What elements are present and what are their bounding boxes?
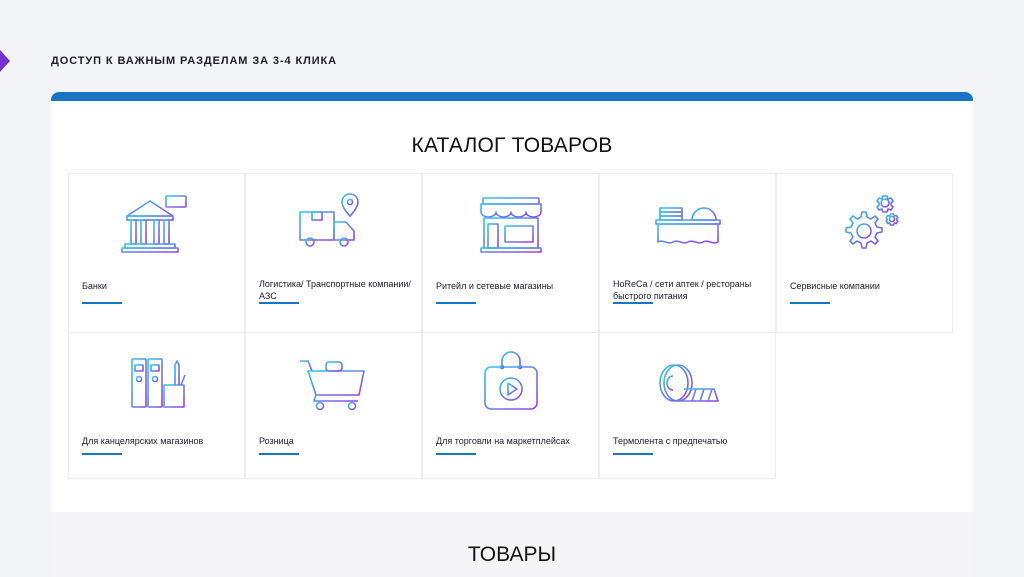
item-underline [436, 302, 476, 304]
section-title: ДОСТУП К ВАЖНЫМ РАЗДЕЛАМ ЗА 3-4 КЛИКА [51, 55, 337, 67]
catalog-item-label: Логистика/ Транспортные компании/ АЗС [259, 279, 411, 301]
gears-icon [844, 195, 899, 249]
catalog-item-marketplaces[interactable]: Для торговли на маркетплейсах [422, 332, 599, 479]
catalog-item-stationery[interactable]: Для канцелярских магазинов [68, 332, 245, 479]
goods-title: ТОВАРЫ [467, 543, 557, 566]
delivery-truck-icon [298, 193, 359, 247]
catalog-item-banks[interactable]: Банки [68, 173, 245, 333]
catalog-item-label: Сервисные компании [790, 281, 880, 291]
item-underline [82, 302, 122, 304]
item-underline [82, 453, 122, 455]
item-underline [613, 302, 653, 304]
catalog-item-thermal-tape[interactable]: Термолента с предпечатью [599, 332, 776, 479]
catalog-item-retail[interactable]: Ритейл и сетевые магазины [422, 173, 599, 333]
catalog-item-label: Для канцелярских магазинов [82, 436, 204, 446]
storefront-icon [479, 197, 542, 253]
catalog-item-label: Ритейл и сетевые магазины [436, 281, 554, 291]
catalog-item-label: Розница [259, 436, 294, 446]
goods-section: ТОВАРЫ [51, 512, 973, 577]
bank-icon [120, 195, 187, 253]
item-underline [259, 302, 299, 304]
item-underline [790, 302, 830, 304]
catalog-card: КАТАЛОГ ТОВАРОВ Банки Логистика/ Транспо… [51, 92, 973, 512]
catalog-item-label: Банки [82, 281, 107, 291]
catalog-item-logistics[interactable]: Логистика/ Транспортные компании/ АЗС [245, 173, 422, 333]
thermal-tape-roll-icon [658, 364, 719, 402]
section-marker-arrow [0, 50, 10, 72]
restaurant-counter-icon [654, 204, 721, 244]
item-underline [613, 453, 653, 455]
catalog-item-label: Термолента с предпечатью [613, 436, 728, 446]
shopping-cart-icon [299, 360, 365, 411]
catalog-title: КАТАЛОГ ТОВАРОВ [411, 134, 613, 157]
catalog-item-horeca[interactable]: HoReCa / сети аптек / рестораны быстрого… [599, 173, 776, 333]
card-top-bar [51, 92, 973, 101]
catalog-item-label: HoReCa / сети аптек / рестораны быстрого… [613, 279, 752, 301]
catalog-grid: Банки Логистика/ Транспортные компании/ … [68, 173, 953, 479]
office-binders-icon [130, 358, 186, 408]
item-underline [259, 453, 299, 455]
catalog-item-retail-store[interactable]: Розница [245, 332, 422, 479]
catalog-item-label: Для торговли на маркетплейсах [436, 436, 570, 446]
shopping-bag-play-icon [483, 351, 538, 410]
catalog-item-service[interactable]: Сервисные компании [776, 173, 953, 333]
item-underline [436, 453, 476, 455]
